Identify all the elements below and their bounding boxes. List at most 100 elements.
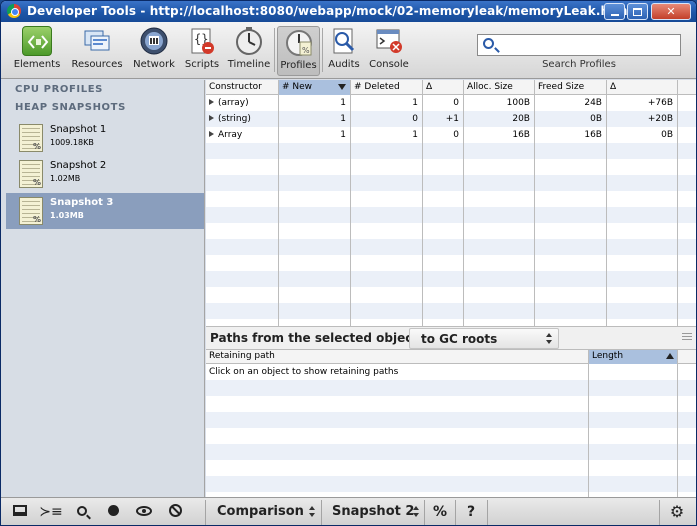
dock-icon [13,505,27,516]
record-button[interactable] [100,502,126,522]
timeline-icon [234,26,264,56]
column-constructor[interactable]: Constructor [206,80,278,95]
table-row[interactable]: (string) 1 0 +1 20B 0B +20B [206,112,696,128]
constructor-cell: Array [209,130,242,140]
sort-descending-icon [338,84,346,90]
select-arrows-icon [546,340,552,344]
expand-triangle-icon[interactable] [209,115,214,121]
tab-label: Profiles [280,60,317,71]
console-prompt-icon: ≻≡ [39,504,63,520]
snapshot-item-selected[interactable]: Snapshot 3 1.03MB [6,193,204,229]
retaining-paths-hint: Click on an object to show retaining pat… [209,367,399,377]
tab-console[interactable]: Console [367,26,411,76]
snapshot-name: Snapshot 3 [50,197,114,208]
toolbar-separator [274,28,275,72]
new-count: 1 [340,98,346,108]
freed-size: 24B [584,98,602,108]
profiles-sidebar: CPU PROFILES HEAP SNAPSHOTS Snapshot 1 1… [1,80,205,497]
base-snapshot-select[interactable]: Snapshot 2 [324,501,424,523]
heap-snapshot-icon [19,124,43,152]
heap-snapshot-icon [19,197,43,225]
column-size-delta[interactable]: Δ [607,80,677,95]
constructor-name: (string) [218,114,251,124]
sort-ascending-icon [666,353,674,359]
retaining-paths-header: Paths from the selected object to GC roo… [206,326,696,350]
inspect-search-button[interactable] [69,502,95,522]
section-cpu-profiles[interactable]: CPU PROFILES [15,84,103,95]
constructor-cell: (array) [209,98,249,108]
snapshot-size: 1.03MB [50,211,84,220]
table-row[interactable]: (array) 1 1 0 100B 24B +76B [206,96,696,112]
console-toggle-button[interactable]: ≻≡ [38,502,64,522]
dock-button[interactable] [7,502,33,522]
status-separator [659,500,660,525]
alloc-size: 100B [506,98,530,108]
clear-button[interactable] [162,502,188,522]
status-separator [487,500,488,525]
help-button[interactable]: ? [458,502,484,522]
tab-network[interactable]: Network [131,26,177,76]
show-button[interactable] [131,502,157,522]
scripts-icon: {} [187,26,217,56]
search-icon [483,38,494,49]
close-icon: ✕ [666,5,676,18]
size-delta: 0B [661,130,673,140]
settings-button[interactable]: ⚙ [664,502,690,522]
tab-timeline[interactable]: Timeline [227,26,271,76]
gear-icon: ⚙ [669,502,685,521]
resources-icon [82,26,112,56]
table-row[interactable]: Array 1 1 0 16B 16B 0B [206,128,696,144]
minimize-icon [610,14,619,16]
close-button[interactable]: ✕ [651,3,691,20]
freed-size: 16B [584,130,602,140]
column-delta[interactable]: Δ [423,80,463,95]
paths-target-select[interactable]: to GC roots [409,328,559,349]
tab-label: Console [369,59,409,70]
select-arrows-icon [546,333,552,337]
search-profiles-field[interactable] [477,34,681,56]
select-arrows-icon [309,506,315,510]
new-count: 1 [340,130,346,140]
profiles-icon: % [284,27,314,57]
new-count: 1 [340,114,346,124]
section-heap-snapshots[interactable]: HEAP SNAPSHOTS [15,102,126,113]
maximize-icon [633,8,642,16]
column-retaining-path[interactable]: Retaining path [206,350,587,364]
tab-profiles[interactable]: % Profiles [277,26,320,76]
column-divider [588,350,589,497]
expand-triangle-icon[interactable] [209,99,214,105]
percent-toggle-button[interactable]: % [427,502,453,522]
select-value: Snapshot 2 [332,504,415,519]
snapshot-name: Snapshot 1 [50,124,107,135]
snapshot-item[interactable]: Snapshot 2 1.02MB [6,156,204,192]
tab-elements[interactable]: Elements [11,26,63,76]
tab-audits[interactable]: Audits [325,26,363,76]
constructor-name: (array) [218,98,249,108]
tab-resources[interactable]: Resources [69,26,125,76]
deleted-count: 1 [412,130,418,140]
tab-scripts[interactable]: {} Scripts [181,26,223,76]
status-separator [455,500,456,525]
tab-label: Network [133,59,175,70]
heap-snapshot-icon [19,160,43,188]
expand-triangle-icon[interactable] [209,131,214,137]
chrome-logo-icon [7,4,21,18]
column-alloc-size[interactable]: Alloc. Size [464,80,534,95]
resize-grip-icon[interactable] [682,333,692,340]
column-length[interactable]: Length [589,350,678,364]
svg-text:%: % [302,46,310,55]
size-delta: +20B [647,114,673,124]
column-new[interactable]: # New [279,80,350,95]
maximize-button[interactable] [627,3,648,20]
tab-label: Resources [71,59,123,70]
column-deleted[interactable]: # Deleted [351,80,422,95]
column-freed-size[interactable]: Freed Size [535,80,606,95]
snapshot-item[interactable]: Snapshot 1 1009.18KB [6,120,204,156]
select-arrows-icon [413,506,419,510]
retaining-paths-grid: Retaining path Length Click on an object… [206,350,696,497]
view-mode-select[interactable]: Comparison [209,501,321,523]
clear-icon [168,504,182,517]
minimize-button[interactable] [604,3,625,20]
select-value: to GC roots [421,332,498,346]
column-label: Length [592,351,624,361]
